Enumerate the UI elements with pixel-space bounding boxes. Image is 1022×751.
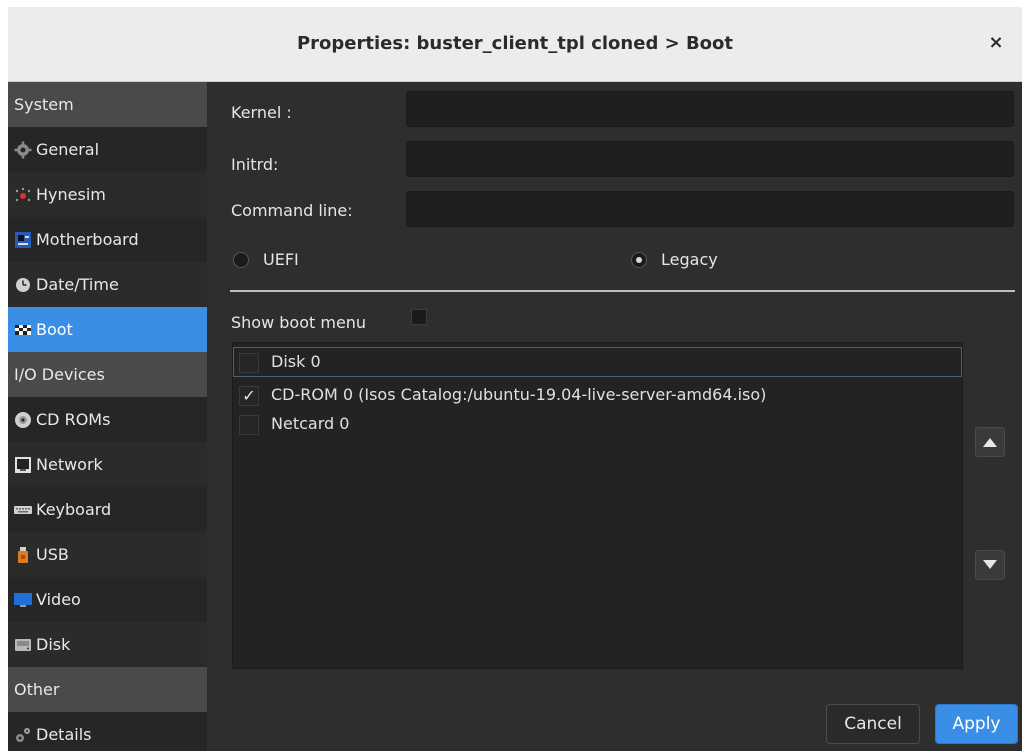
uefi-label: UEFI: [263, 250, 299, 269]
hynesim-icon: [14, 186, 32, 204]
sidebar-item-label: Motherboard: [36, 230, 139, 249]
boot-device-checkbox[interactable]: [239, 415, 259, 435]
close-icon[interactable]: ×: [984, 31, 1008, 55]
sidebar-item-general[interactable]: General: [8, 127, 207, 172]
command-line-input[interactable]: [406, 191, 1014, 227]
clock-icon: [14, 276, 32, 294]
sidebar-item-label: CD ROMs: [36, 410, 111, 429]
dialog-title: Properties: buster_client_tpl cloned > B…: [296, 33, 734, 54]
sidebar-item-label: Boot: [36, 320, 73, 339]
network-icon: [14, 456, 32, 474]
separator: [230, 290, 1015, 292]
legacy-radio[interactable]: [631, 252, 647, 268]
sidebar-item-boot[interactable]: Boot: [8, 307, 207, 352]
sidebar-item-network[interactable]: Network: [8, 442, 207, 487]
sidebar-item-label: Video: [36, 590, 81, 609]
boot-flag-icon: [14, 321, 32, 339]
disk-icon: [14, 636, 32, 654]
usb-icon: [14, 546, 32, 564]
sidebar-header-other: Other: [8, 667, 207, 712]
gear-icon: [14, 141, 32, 159]
sidebar-header-system: System: [8, 82, 207, 127]
sidebar-header-io-devices: I/O Devices: [8, 352, 207, 397]
show-boot-menu-checkbox[interactable]: [411, 309, 427, 325]
sidebar: System General Hynesim Motherboard Date/: [8, 82, 207, 751]
cdrom-icon: [14, 411, 32, 429]
sidebar-header-label: I/O Devices: [14, 365, 105, 384]
sidebar-item-datetime[interactable]: Date/Time: [8, 262, 207, 307]
cancel-button[interactable]: Cancel: [826, 704, 920, 744]
list-item[interactable]: ✓ CD-ROM 0 (Isos Catalog:/ubuntu-19.04-l…: [233, 380, 962, 410]
sidebar-item-label: USB: [36, 545, 69, 564]
keyboard-icon: [14, 501, 32, 519]
sidebar-item-label: Disk: [36, 635, 71, 654]
list-item[interactable]: Disk 0: [233, 347, 962, 377]
command-line-label: Command line:: [231, 201, 353, 220]
sidebar-item-label: Keyboard: [36, 500, 112, 519]
list-item[interactable]: Netcard 0: [233, 409, 962, 439]
boot-order-list[interactable]: Disk 0 ✓ CD-ROM 0 (Isos Catalog:/ubuntu-…: [232, 342, 963, 669]
sidebar-item-disk[interactable]: Disk: [8, 622, 207, 667]
show-boot-menu-label: Show boot menu: [231, 313, 367, 332]
sidebar-item-video[interactable]: Video: [8, 577, 207, 622]
sidebar-item-motherboard[interactable]: Motherboard: [8, 217, 207, 262]
boot-device-checkbox[interactable]: [239, 353, 259, 373]
sidebar-item-details[interactable]: Details: [8, 712, 207, 751]
boot-device-label: Netcard 0: [271, 414, 350, 433]
sidebar-header-label: Other: [14, 680, 60, 699]
move-down-button[interactable]: [975, 550, 1005, 580]
sidebar-item-hynesim[interactable]: Hynesim: [8, 172, 207, 217]
properties-dialog: Properties: buster_client_tpl cloned > B…: [8, 7, 1022, 751]
sidebar-item-label: Date/Time: [36, 275, 119, 294]
sidebar-item-keyboard[interactable]: Keyboard: [8, 487, 207, 532]
apply-button[interactable]: Apply: [935, 704, 1018, 744]
sidebar-item-label: General: [36, 140, 100, 159]
boot-device-label: Disk 0: [271, 352, 321, 371]
sidebar-header-label: System: [14, 95, 74, 114]
boot-device-checkbox[interactable]: ✓: [239, 386, 259, 406]
details-gear-icon: [14, 726, 32, 744]
initrd-label: Initrd:: [231, 155, 279, 174]
triangle-down-icon: [983, 560, 997, 569]
sidebar-item-label: Hynesim: [36, 185, 106, 204]
legacy-label: Legacy: [661, 250, 718, 269]
move-up-button[interactable]: [975, 427, 1005, 457]
sidebar-item-label: Details: [36, 725, 92, 744]
title-bar: Properties: buster_client_tpl cloned > B…: [8, 7, 1022, 82]
sidebar-item-cdroms[interactable]: CD ROMs: [8, 397, 207, 442]
motherboard-icon: [14, 231, 32, 249]
sidebar-item-label: Network: [36, 455, 103, 474]
video-icon: [14, 591, 32, 609]
kernel-label: Kernel :: [231, 103, 292, 122]
kernel-input[interactable]: [406, 91, 1014, 127]
initrd-input[interactable]: [406, 141, 1014, 177]
boot-device-label: CD-ROM 0 (Isos Catalog:/ubuntu-19.04-liv…: [271, 385, 767, 404]
triangle-up-icon: [983, 438, 997, 447]
uefi-radio[interactable]: [233, 252, 249, 268]
sidebar-item-usb[interactable]: USB: [8, 532, 207, 577]
